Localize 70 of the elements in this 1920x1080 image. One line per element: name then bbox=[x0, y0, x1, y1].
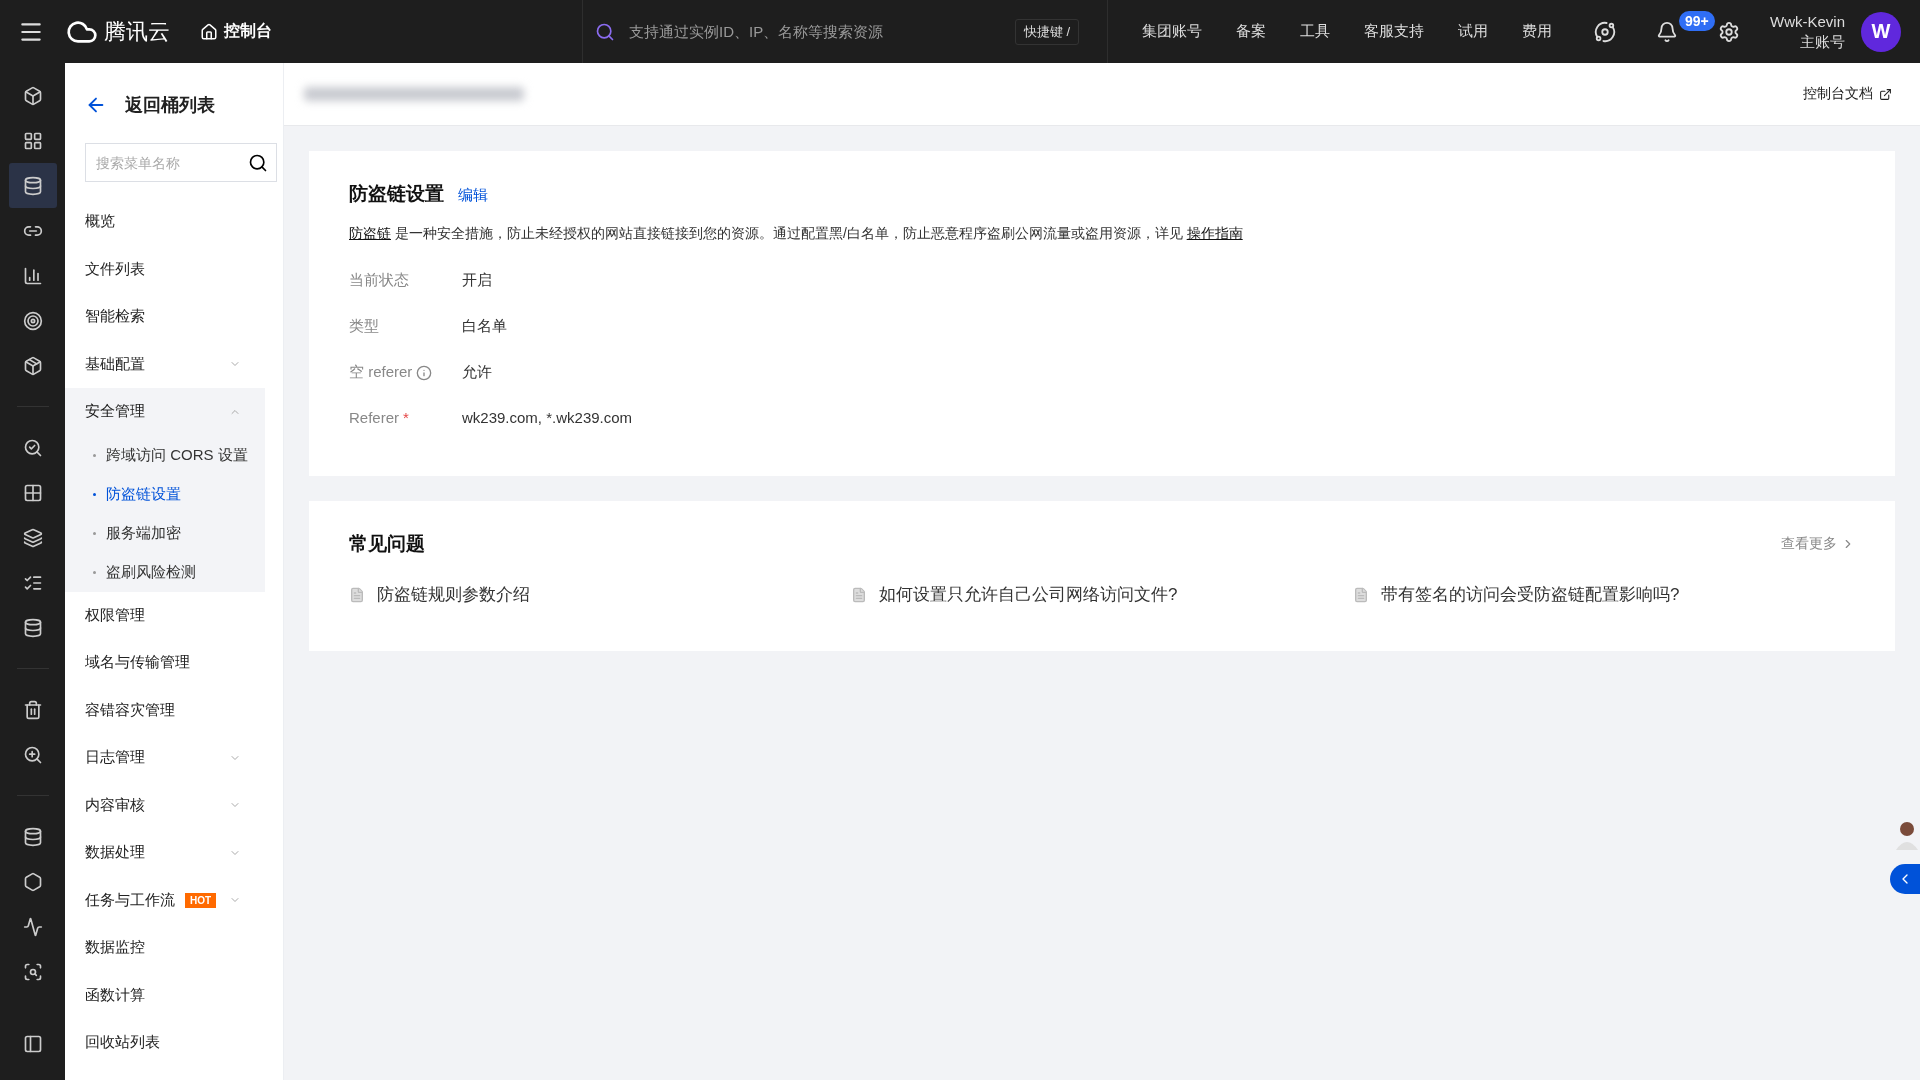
menu-item[interactable]: 基础配置 bbox=[65, 340, 265, 388]
database-icon[interactable] bbox=[8, 163, 57, 208]
menu-item[interactable]: 回收站列表 bbox=[65, 1019, 265, 1067]
field-label: 当前状态 bbox=[349, 271, 409, 290]
menu-item[interactable]: 权限管理 bbox=[65, 591, 265, 639]
doc-link[interactable]: 控制台文档 bbox=[1803, 85, 1892, 103]
collapse-tab[interactable] bbox=[1890, 864, 1920, 894]
field-value: 允许 bbox=[462, 363, 493, 382]
nav-link[interactable]: 费用 bbox=[1522, 22, 1552, 41]
search-icon bbox=[595, 21, 615, 42]
field-label: Referer bbox=[349, 409, 400, 426]
menu-item[interactable]: 容错容灾管理 bbox=[65, 686, 265, 734]
more-link[interactable]: 查看更多 bbox=[1781, 535, 1855, 553]
document-icon bbox=[851, 586, 867, 603]
bell-icon[interactable] bbox=[1656, 20, 1678, 43]
nav-link[interactable]: 工具 bbox=[1300, 22, 1330, 41]
field-label: 类型 bbox=[349, 317, 379, 336]
faq-link[interactable]: 防盗链规则参数介绍 bbox=[349, 583, 851, 606]
nav-link[interactable]: 集团账号 bbox=[1142, 22, 1202, 41]
info-icon[interactable] bbox=[416, 364, 433, 381]
external-link-icon bbox=[1879, 87, 1892, 101]
submenu-item[interactable]: 盗刷风险检测 bbox=[65, 552, 265, 592]
required-mark: * bbox=[403, 409, 409, 426]
document-icon bbox=[1353, 586, 1369, 603]
menu-item[interactable]: 域名与传输管理 bbox=[65, 639, 265, 687]
field-value: 开启 bbox=[462, 271, 493, 290]
notification-badge: 99+ bbox=[1679, 10, 1715, 31]
hot-badge: HOT bbox=[185, 892, 217, 908]
menu-item[interactable]: 日志管理 bbox=[65, 734, 265, 782]
submenu-item[interactable]: 防盗链设置 bbox=[65, 474, 265, 514]
nav-link[interactable]: 试用 bbox=[1458, 22, 1488, 41]
submenu-item[interactable]: 跨域访问 CORS 设置 bbox=[65, 435, 265, 475]
submenu-item[interactable]: 服务端加密 bbox=[65, 513, 265, 553]
search-icon[interactable] bbox=[248, 152, 268, 173]
menu-item[interactable]: 数据处理 bbox=[65, 829, 265, 877]
console-link[interactable]: 控制台 bbox=[200, 21, 272, 42]
card-title: 常见问题 bbox=[349, 532, 425, 556]
menu-item[interactable]: 智能检索 bbox=[65, 293, 265, 341]
guide-link[interactable]: 操作指南 bbox=[1186, 225, 1243, 241]
faq-link[interactable]: 带有签名的访问会受防盗链配置影响吗? bbox=[1353, 583, 1855, 606]
field-label: 空 referer bbox=[349, 363, 413, 382]
user-name[interactable]: Wwk-Kevin bbox=[1770, 11, 1845, 32]
menu-item[interactable]: 数据监控 bbox=[65, 924, 265, 972]
account-role: 主账号 bbox=[1800, 31, 1845, 52]
menu-item[interactable]: 安全管理 bbox=[65, 388, 265, 436]
menu-item[interactable]: 内容审核 bbox=[65, 781, 265, 829]
document-icon bbox=[349, 586, 365, 603]
menu-item[interactable]: 文件列表 bbox=[65, 245, 265, 293]
orbit-icon[interactable] bbox=[1594, 20, 1616, 43]
search-field[interactable]: 支持通过实例ID、IP、名称等搜索资源 bbox=[627, 22, 1015, 41]
menu-item[interactable]: 概览 bbox=[65, 198, 265, 246]
menu-item[interactable]: 任务与工作流 HOT bbox=[65, 876, 265, 924]
description-text: 防盗链 是一种安全措施，防止未经授权的网站直接链接到您的资源。通过配置黑/白名单，防止恶意程序盗刷公网流量或盗用资源，详见 操作指南 bbox=[349, 225, 1244, 243]
field-value: wk239.com, *.wk239.com bbox=[462, 409, 634, 426]
settings-icon[interactable] bbox=[1718, 20, 1740, 43]
nav-link[interactable]: 备案 bbox=[1236, 22, 1266, 41]
nav-link[interactable]: 客服支持 bbox=[1364, 22, 1424, 41]
back-link[interactable]: 返回桶列表 bbox=[125, 93, 215, 117]
menu-item[interactable]: 函数计算 bbox=[65, 971, 265, 1019]
card-title: 防盗链设置 bbox=[349, 182, 444, 206]
field-value: 白名单 bbox=[462, 317, 508, 336]
shortcut-hint: 快捷键 / bbox=[1014, 18, 1079, 45]
logo-text: 腾讯云 bbox=[104, 17, 170, 46]
assistant-figure[interactable] bbox=[1894, 820, 1920, 850]
hotlink-link[interactable]: 防盗链 bbox=[349, 225, 391, 241]
user-avatar[interactable]: W bbox=[1861, 11, 1901, 52]
edit-link[interactable]: 编辑 bbox=[458, 186, 488, 205]
home-icon bbox=[200, 22, 218, 41]
menu-search-box[interactable]: 搜索菜单名称 bbox=[85, 143, 277, 182]
faq-link[interactable]: 如何设置只允许自己公司网络访问文件? bbox=[851, 583, 1353, 606]
